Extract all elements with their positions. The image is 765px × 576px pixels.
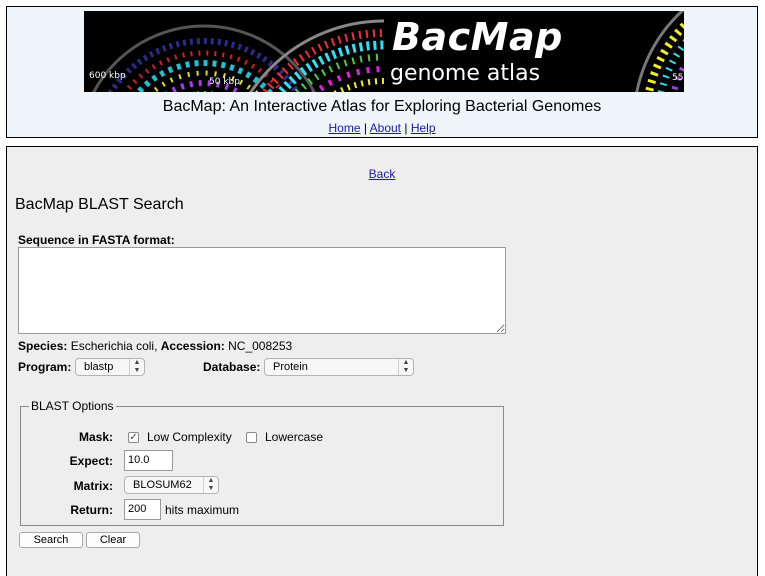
matrix-selected-value: BLOSUM62 xyxy=(133,479,192,491)
bacmap-banner-logo: BacMap genome atlas 600 kbp 50 kbp 550 xyxy=(84,11,684,92)
accession-label: Accession: xyxy=(160,339,225,353)
back-link[interactable]: Back xyxy=(369,167,396,181)
nav-about-link[interactable]: About xyxy=(370,121,401,135)
banner-tick-label: 50 kbp xyxy=(209,77,240,87)
chevron-updown-icon: ▲ ▼ xyxy=(203,477,218,493)
chevron-updown-icon: ▲ ▼ xyxy=(398,359,413,375)
matrix-select[interactable]: BLOSUM62 ▲ ▼ xyxy=(124,476,219,494)
nav-separator: | xyxy=(363,121,367,135)
species-label: Species: xyxy=(18,339,68,353)
clear-button[interactable]: Clear xyxy=(86,532,140,548)
back-link-row: Back xyxy=(7,167,757,181)
mask-label: Mask: xyxy=(78,430,113,444)
blast-options-fieldset: BLAST Options Mask: ✓ Low Complexity Low… xyxy=(20,399,504,526)
banner-subtitle: genome atlas xyxy=(390,61,541,86)
top-nav: Home | About | Help xyxy=(7,121,757,135)
program-select[interactable]: blastp ▲ ▼ xyxy=(75,358,145,376)
sequence-textarea[interactable] xyxy=(18,247,506,334)
checkmark-icon: ✓ xyxy=(129,432,138,443)
blast-options-legend: BLAST Options xyxy=(31,399,114,413)
genome-ring-graphic xyxy=(92,11,684,92)
database-select[interactable]: Protein ▲ ▼ xyxy=(264,358,414,376)
return-input[interactable]: 200 xyxy=(124,499,161,520)
page-title: BacMap BLAST Search xyxy=(15,196,184,213)
chevron-updown-icon: ▲ ▼ xyxy=(129,359,144,375)
accession-value: NC_008253 xyxy=(228,339,293,353)
species-value: Escherichia coli, xyxy=(70,339,158,353)
site-title: BacMap: An Interactive Atlas for Explori… xyxy=(162,98,602,115)
program-label: Program: xyxy=(18,360,72,374)
banner-title: BacMap xyxy=(392,15,563,59)
site-header: BacMap genome atlas 600 kbp 50 kbp 550 B… xyxy=(6,6,758,138)
database-label: Database: xyxy=(203,360,261,374)
species-line: Species: Escherichia coli, Accession: NC… xyxy=(18,339,292,353)
sequence-label: Sequence in FASTA format: xyxy=(18,233,175,247)
nav-separator: | xyxy=(404,121,408,135)
nav-home-link[interactable]: Home xyxy=(328,121,360,135)
database-selected-value: Protein xyxy=(273,361,308,373)
lowercase-label: Lowercase xyxy=(265,430,324,444)
low-complexity-checkbox[interactable]: ✓ xyxy=(128,432,139,443)
return-label: Return: xyxy=(70,503,113,517)
lowercase-checkbox[interactable] xyxy=(246,432,257,443)
program-selected-value: blastp xyxy=(84,361,114,373)
program-database-row: Program: blastp ▲ ▼ Database: Protein ▲ ▼ xyxy=(18,358,758,378)
nav-help-link[interactable]: Help xyxy=(411,121,436,135)
banner-tick-label: 600 kbp xyxy=(89,71,126,81)
blast-search-panel: Back BacMap BLAST Search Sequence in FAS… xyxy=(6,146,758,576)
expect-label: Expect: xyxy=(69,454,113,468)
search-button[interactable]: Search xyxy=(19,532,83,548)
banner-tick-label: 550 xyxy=(672,73,684,83)
return-suffix: hits maximum xyxy=(165,503,240,517)
low-complexity-label: Low Complexity xyxy=(147,430,232,444)
matrix-label: Matrix: xyxy=(73,479,113,493)
expect-input[interactable]: 10.0 xyxy=(124,450,173,471)
